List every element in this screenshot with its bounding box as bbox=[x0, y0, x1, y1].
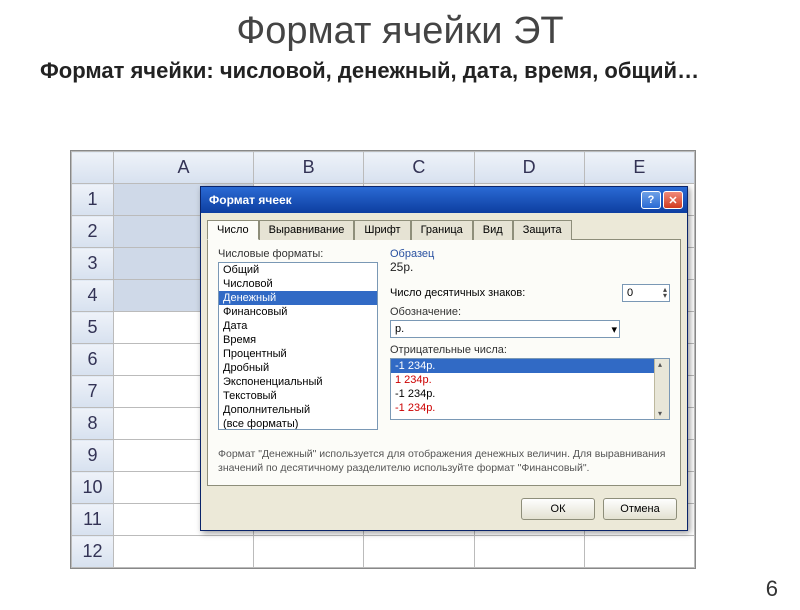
row-header-12[interactable]: 12 bbox=[72, 536, 114, 568]
cell-A12[interactable] bbox=[114, 536, 254, 568]
format-option[interactable]: Время bbox=[219, 333, 377, 347]
decimals-spinner[interactable]: 0 ▴▾ bbox=[622, 284, 670, 302]
format-option[interactable]: Общий bbox=[219, 263, 377, 277]
cell-B12[interactable] bbox=[254, 536, 364, 568]
format-cells-dialog: Формат ячеек ? ✕ ЧислоВыравниваниеШрифтГ… bbox=[200, 186, 688, 531]
row-header-10[interactable]: 10 bbox=[72, 472, 114, 504]
row-header-8[interactable]: 8 bbox=[72, 408, 114, 440]
tab-3[interactable]: Граница bbox=[411, 220, 473, 240]
spinner-buttons[interactable]: ▴▾ bbox=[663, 287, 667, 299]
dialog-titlebar[interactable]: Формат ячеек ? ✕ bbox=[201, 187, 687, 213]
cell-C12[interactable] bbox=[364, 536, 474, 568]
scrollbar[interactable] bbox=[654, 359, 669, 419]
format-option[interactable]: Дробный bbox=[219, 361, 377, 375]
negatives-label: Отрицательные числа: bbox=[390, 344, 670, 356]
dialog-buttons: ОК Отмена bbox=[201, 492, 687, 530]
format-hint: Формат "Денежный" используется для отобр… bbox=[218, 448, 670, 475]
row-header-1[interactable]: 1 bbox=[72, 184, 114, 216]
tab-1[interactable]: Выравнивание bbox=[259, 220, 355, 240]
page-number: 6 bbox=[766, 576, 778, 602]
col-header-C[interactable]: C bbox=[364, 152, 474, 184]
format-option[interactable]: Финансовый bbox=[219, 305, 377, 319]
corner-cell[interactable] bbox=[72, 152, 114, 184]
row-header-4[interactable]: 4 bbox=[72, 280, 114, 312]
dialog-title: Формат ячеек bbox=[209, 193, 292, 207]
chevron-down-icon: ▾ bbox=[611, 323, 617, 336]
row-header-6[interactable]: 6 bbox=[72, 344, 114, 376]
format-option[interactable]: (все форматы) bbox=[219, 417, 377, 430]
negative-option[interactable]: 1 234р. bbox=[391, 373, 654, 387]
row-header-5[interactable]: 5 bbox=[72, 312, 114, 344]
tab-2[interactable]: Шрифт bbox=[354, 220, 410, 240]
cell-E12[interactable] bbox=[584, 536, 694, 568]
negative-option[interactable]: -1 234р. bbox=[391, 359, 654, 373]
format-option[interactable]: Экспоненциальный bbox=[219, 375, 377, 389]
slide-title: Формат ячейки ЭТ bbox=[0, 10, 800, 53]
cell-D12[interactable] bbox=[474, 536, 584, 568]
symbol-value: р. bbox=[395, 323, 404, 335]
ok-button[interactable]: ОК bbox=[521, 498, 595, 520]
symbol-combo[interactable]: р. ▾ bbox=[390, 320, 620, 338]
format-option[interactable]: Дополнительный bbox=[219, 403, 377, 417]
sample-value: 25р. bbox=[390, 260, 670, 274]
symbol-label: Обозначение: bbox=[390, 306, 670, 318]
row-header-7[interactable]: 7 bbox=[72, 376, 114, 408]
format-option[interactable]: Дата bbox=[219, 319, 377, 333]
format-option[interactable]: Текстовый bbox=[219, 389, 377, 403]
decimals-value: 0 bbox=[627, 287, 633, 299]
slide-subtitle: Формат ячейки: числовой, денежный, дата,… bbox=[40, 57, 760, 85]
negative-option[interactable]: -1 234р. bbox=[391, 401, 654, 415]
row-header-9[interactable]: 9 bbox=[72, 440, 114, 472]
negative-option[interactable]: -1 234р. bbox=[391, 387, 654, 401]
negatives-listbox[interactable]: -1 234р.1 234р.-1 234р.-1 234р. bbox=[390, 358, 670, 420]
sample-label: Образец bbox=[390, 248, 670, 260]
col-header-A[interactable]: A bbox=[114, 152, 254, 184]
dialog-body: Числовые форматы: ОбщийЧисловойДенежныйФ… bbox=[207, 239, 681, 486]
format-option[interactable]: Процентный bbox=[219, 347, 377, 361]
row-header-2[interactable]: 2 bbox=[72, 216, 114, 248]
close-button[interactable]: ✕ bbox=[663, 191, 683, 209]
col-header-E[interactable]: E bbox=[584, 152, 694, 184]
format-option[interactable]: Денежный bbox=[219, 291, 377, 305]
col-header-D[interactable]: D bbox=[474, 152, 584, 184]
row-header-3[interactable]: 3 bbox=[72, 248, 114, 280]
tab-4[interactable]: Вид bbox=[473, 220, 513, 240]
tab-0[interactable]: Число bbox=[207, 220, 259, 240]
row-header-11[interactable]: 11 bbox=[72, 504, 114, 536]
decimals-label: Число десятичных знаков: bbox=[390, 287, 525, 299]
tab-5[interactable]: Защита bbox=[513, 220, 572, 240]
dialog-tabs: ЧислоВыравниваниеШрифтГраницаВидЗащита bbox=[201, 213, 687, 239]
help-button[interactable]: ? bbox=[641, 191, 661, 209]
format-option[interactable]: Числовой bbox=[219, 277, 377, 291]
formats-listbox[interactable]: ОбщийЧисловойДенежныйФинансовыйДатаВремя… bbox=[218, 262, 378, 430]
col-header-B[interactable]: B bbox=[254, 152, 364, 184]
cancel-button[interactable]: Отмена bbox=[603, 498, 677, 520]
formats-label: Числовые форматы: bbox=[218, 248, 378, 260]
